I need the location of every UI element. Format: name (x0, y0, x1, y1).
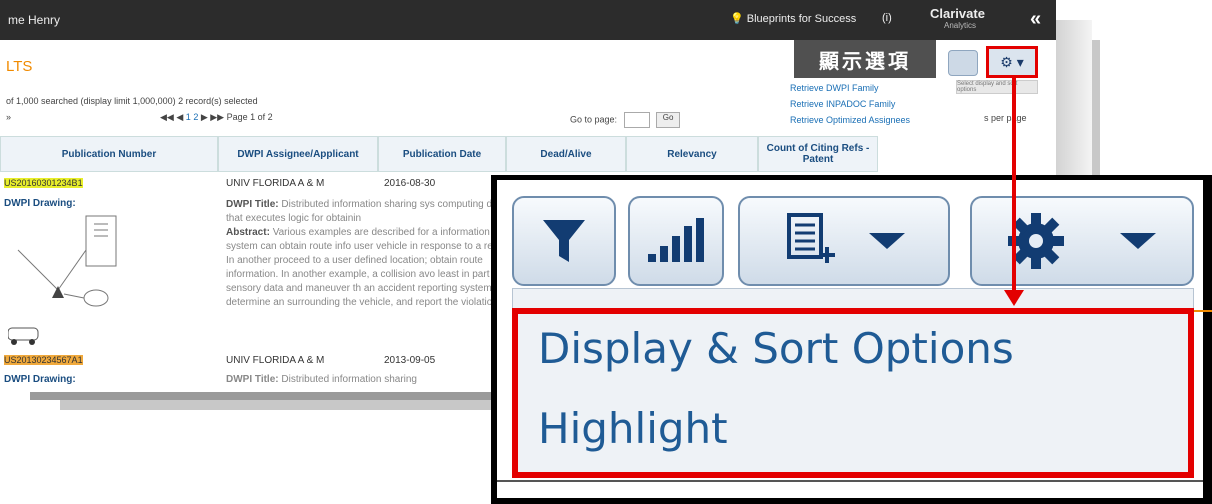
goto-label: Go to page: (570, 114, 618, 125)
clarivate-logo: Clarivate Analytics (930, 6, 985, 30)
assignee-cell: UNIV FLORIDA A & M (226, 178, 325, 189)
chevron-down-icon (1120, 233, 1156, 249)
filter-button[interactable] (512, 196, 616, 286)
blueprints-label: Blueprints for Success (746, 13, 857, 25)
mini-settings-button[interactable]: ⚙ ▾ (986, 46, 1038, 78)
settings-dropdown-button[interactable] (970, 196, 1194, 286)
publication-number[interactable]: US20130234567A1 (4, 355, 83, 365)
table-row[interactable]: US20160301234B1 (4, 178, 83, 189)
callout-label: 顯示選項 (794, 40, 936, 78)
table-row[interactable]: US20130234567A1 (4, 355, 83, 366)
expand-icon[interactable]: » (6, 112, 11, 122)
header-publication-date[interactable]: Publication Date (378, 136, 506, 172)
gear-icon: ⚙ ▾ (1000, 53, 1024, 70)
blueprints-link[interactable]: 💡 Blueprints for Success (730, 12, 856, 25)
connector-line (1012, 78, 1016, 294)
publication-number[interactable]: US20160301234B1 (4, 178, 83, 188)
menu-item-dwpi-family[interactable]: Retrieve DWPI Family (790, 80, 966, 96)
bar-chart-icon (648, 218, 704, 262)
pager-next-last-icons[interactable]: ▶ ▶▶ Page 1 of 2 (201, 112, 273, 122)
date-cell: 2013-09-05 (384, 355, 436, 366)
goto-button[interactable]: Go (656, 112, 681, 128)
date-cell: 2016-08-30 (384, 178, 436, 189)
record-title: DWPI Title: Distributed information shar… (226, 374, 417, 385)
page-link-2[interactable]: 2 (193, 112, 198, 122)
search-summary: of 1,000 searched (display limit 1,000,0… (6, 96, 258, 106)
patent-drawing-image (8, 215, 117, 345)
highlight-box (512, 308, 1194, 478)
pagination: ◀◀ ◀ 1 2 ▶ ▶▶ Page 1 of 2 (160, 112, 273, 123)
header-dead-alive[interactable]: Dead/Alive (506, 136, 626, 172)
list-add-icon (787, 213, 835, 263)
chart-button[interactable] (628, 196, 724, 286)
list-add-dropdown-button[interactable] (738, 196, 950, 286)
header-relevancy[interactable]: Relevancy (626, 136, 758, 172)
chevron-down-icon (869, 233, 905, 249)
user-name[interactable]: me Henry (8, 13, 60, 27)
menu-item-optimized-assignees[interactable]: Retrieve Optimized Assignees (790, 112, 966, 128)
help-icon[interactable]: (i) (882, 12, 892, 24)
filter-icon (543, 220, 585, 262)
goto-page: Go to page: Go (570, 112, 681, 128)
header-publication-number[interactable]: Publication Number (0, 136, 218, 172)
collapse-icon[interactable]: « (1030, 8, 1041, 31)
goto-input[interactable] (623, 112, 650, 128)
zoom-bottom-edge (497, 480, 1203, 498)
record-abstract: DWPI Title: Distributed information shar… (226, 199, 526, 308)
header-assignee[interactable]: DWPI Assignee/Applicant (218, 136, 378, 172)
connector-arrow-icon (1004, 290, 1024, 306)
assignee-cell: UNIV FLORIDA A & M (226, 355, 325, 366)
header-citing-refs[interactable]: Count of Citing Refs - Patent (758, 136, 878, 172)
mini-tooltip: Select display and sort options (956, 80, 1038, 94)
results-title: LTS (6, 58, 33, 75)
drawing-label: DWPI Drawing: (4, 198, 76, 209)
drawing-label: DWPI Drawing: (4, 374, 76, 385)
mini-dropdown-menu: Retrieve DWPI Family Retrieve INPADOC Fa… (790, 80, 966, 128)
mini-list-button[interactable] (948, 50, 978, 76)
menu-item-inpadoc-family[interactable]: Retrieve INPADOC Family (790, 96, 966, 112)
top-bar: me Henry 💡 Blueprints for Success (i) Cl… (0, 0, 1056, 40)
per-page-label: s per page (984, 113, 1027, 123)
pager-first-prev-icons[interactable]: ◀◀ ◀ (160, 112, 183, 122)
page-link-1[interactable]: 1 (186, 112, 191, 122)
